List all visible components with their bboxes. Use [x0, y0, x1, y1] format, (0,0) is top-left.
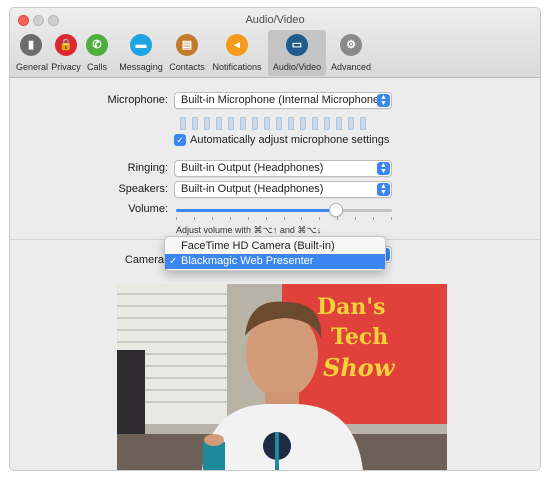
auto-adjust-label: Automatically adjust microphone settings	[190, 134, 390, 146]
volume-tick	[373, 217, 374, 220]
phone-icon: ✆	[86, 34, 108, 56]
meter-segment	[312, 117, 318, 130]
gear-icon: ⚙	[340, 34, 362, 56]
speakers-value: Built-in Output (Headphones)	[181, 183, 324, 195]
sign-text-tech: Tech	[331, 324, 388, 350]
toolbar-item-label: Advanced	[330, 62, 372, 72]
ringing-value: Built-in Output (Headphones)	[181, 162, 324, 174]
meter-segment	[240, 117, 246, 130]
ringing-popup[interactable]: Built-in Output (Headphones) ▲ ▼	[174, 160, 392, 177]
toolbar-item-label: Notifications	[212, 62, 262, 72]
volume-tick	[230, 217, 231, 220]
camera-label: Camera	[124, 254, 164, 266]
toolbar-item-calls[interactable]: ✆ Calls	[82, 30, 112, 76]
audio-video-pane: Microphone: Built-in Microphone (Interna…	[10, 79, 540, 470]
volume-tick	[391, 217, 392, 220]
camera-option-blackmagic[interactable]: ✓ Blackmagic Web Presenter	[165, 254, 385, 269]
toolbar-item-advanced[interactable]: ⚙ Advanced	[328, 30, 374, 76]
meter-segment	[360, 117, 366, 130]
sign-text-show: Show	[323, 353, 396, 382]
toolbar-item-label: Privacy	[51, 62, 81, 72]
toolbar-item-notifications[interactable]: ◂ Notifications	[208, 30, 266, 76]
volume-tick	[176, 217, 177, 220]
camera-option-facetime[interactable]: FaceTime HD Camera (Built-in)	[165, 239, 385, 254]
volume-tick	[194, 217, 195, 220]
volume-label: Volume:	[128, 203, 168, 215]
popup-stepper-icon: ▲▼	[377, 183, 390, 196]
popup-stepper-icon: ▲▼	[377, 162, 390, 175]
toolbar-item-label: Contacts	[169, 62, 205, 72]
lock-icon: 🔒	[55, 34, 77, 56]
volume-tick	[337, 217, 338, 220]
volume-slider-fill	[176, 209, 336, 212]
meter-segment	[228, 117, 234, 130]
camera-option-label: FaceTime HD Camera (Built-in)	[181, 240, 335, 252]
meter-segment	[336, 117, 342, 130]
monitor-icon: ▭	[286, 34, 308, 56]
meter-segment	[252, 117, 258, 130]
camera-option-label: Blackmagic Web Presenter	[181, 255, 314, 267]
meter-segment	[192, 117, 198, 130]
volume-tick	[301, 217, 302, 220]
volume-tick	[319, 217, 320, 220]
window-title: Audio/Video	[245, 14, 305, 26]
contacts-book-icon: ▤	[176, 34, 198, 56]
toolbar-item-general[interactable]: ▮ General	[16, 30, 49, 76]
volume-ticks	[176, 217, 392, 221]
popup-stepper-icon: ▲▼	[377, 94, 390, 107]
volume-slider[interactable]	[176, 203, 392, 217]
title-bar: Audio/Video ▮ General 🔒 Privacy ✆ Calls ▬ Messa…	[10, 8, 540, 78]
toolbar-item-privacy[interactable]: 🔒 Privacy	[50, 30, 82, 76]
auto-adjust-checkbox[interactable]: ✓	[174, 134, 186, 146]
meter-segment	[348, 117, 354, 130]
volume-tick	[355, 217, 356, 220]
meter-segment	[180, 117, 186, 130]
meter-segment	[276, 117, 282, 130]
megaphone-icon: ◂	[226, 34, 248, 56]
camera-preview: Dan's Tech Show	[117, 284, 447, 470]
camera-dropdown-menu: FaceTime HD Camera (Built-in) ✓ Blackmag…	[164, 236, 386, 271]
preferences-window: Audio/Video ▮ General 🔒 Privacy ✆ Calls ▬ Messa…	[9, 7, 541, 471]
toolbar-item-audio-video[interactable]: ▭ Audio/Video	[268, 30, 326, 76]
volume-tick	[212, 217, 213, 220]
microphone-popup[interactable]: Built-in Microphone (Internal Microphone…	[174, 92, 392, 109]
meter-segment	[216, 117, 222, 130]
microphone-level-meter	[180, 117, 366, 130]
volume-tick	[284, 217, 285, 220]
meter-segment	[300, 117, 306, 130]
toolbar-item-contacts[interactable]: ▤ Contacts	[168, 30, 206, 76]
toolbar-item-label: General	[16, 62, 49, 72]
meter-segment	[204, 117, 210, 130]
microphone-label: Microphone:	[107, 94, 168, 106]
toolbar-item-label: Audio/Video	[272, 62, 322, 72]
volume-tick	[266, 217, 267, 220]
chat-bubble-icon: ▬	[130, 34, 152, 56]
meter-segment	[324, 117, 330, 130]
checkmark-icon: ✓	[169, 256, 178, 267]
general-icon: ▮	[20, 34, 42, 56]
volume-slider-thumb[interactable]	[329, 203, 343, 217]
sign-text-dans: Dan's	[317, 294, 385, 320]
volume-tick	[248, 217, 249, 220]
volume-shortcut-hint: Adjust volume with ⌘⌥↑ and ⌘⌥↓	[176, 225, 322, 235]
meter-segment	[288, 117, 294, 130]
speakers-popup[interactable]: Built-in Output (Headphones) ▲ ▼	[174, 181, 392, 198]
ringing-label: Ringing:	[127, 162, 168, 174]
toolbar-item-messaging[interactable]: ▬ Messaging	[116, 30, 166, 76]
microphone-value: Built-in Microphone (Internal Microphone…	[181, 94, 383, 106]
camera-preview-image: Dan's Tech Show	[117, 284, 447, 470]
toolbar-item-label: Messaging	[119, 62, 163, 72]
meter-segment	[264, 117, 270, 130]
speakers-label: Speakers:	[118, 183, 168, 195]
toolbar-item-label: Calls	[86, 62, 107, 72]
